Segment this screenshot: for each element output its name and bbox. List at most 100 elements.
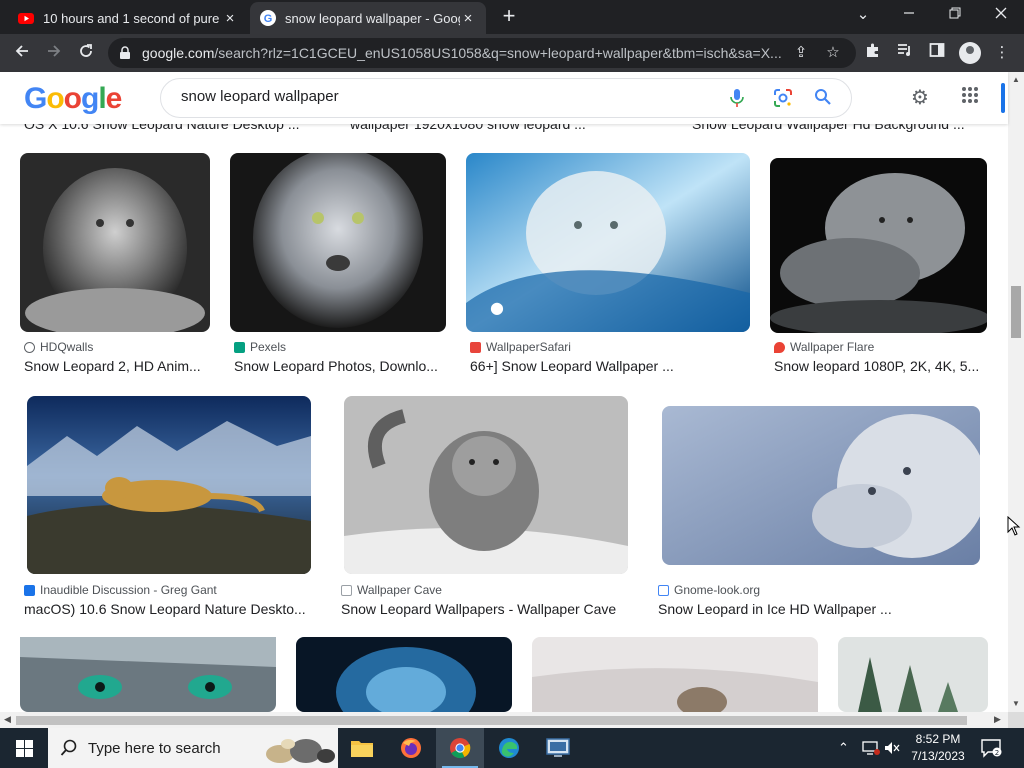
taskbar-edge[interactable] bbox=[485, 728, 533, 768]
search-input[interactable] bbox=[181, 88, 701, 105]
result-source[interactable]: Inaudible Discussion - Greg Gant bbox=[24, 583, 217, 597]
bookmark-star-icon[interactable]: ☆ bbox=[823, 43, 843, 63]
google-header: Google ⚙ bbox=[0, 72, 1008, 124]
profile-avatar[interactable] bbox=[959, 42, 981, 64]
address-bar[interactable]: google.com/search?rlz=1C1GCEU_enUS1058US… bbox=[108, 38, 856, 68]
restore-icon bbox=[949, 7, 961, 19]
image-result[interactable]: Gnome-look.org Snow Leopard in Ice HD Wa… bbox=[654, 396, 988, 626]
taskbar-search-placeholder: Type here to search bbox=[88, 739, 221, 757]
start-button[interactable] bbox=[0, 728, 48, 768]
result-caption[interactable]: Snow Leopard in Ice HD Wallpaper ... bbox=[658, 601, 892, 617]
result-source[interactable]: Wallpaper Flare bbox=[774, 340, 874, 354]
minimize-button[interactable] bbox=[886, 0, 932, 32]
taskbar-clock[interactable]: 8:52 PM 7/13/2023 bbox=[906, 731, 970, 765]
result-caption[interactable]: 66+] Snow Leopard Wallpaper ... bbox=[470, 358, 674, 374]
result-source[interactable]: HDQwalls bbox=[24, 340, 93, 354]
clock-time: 8:52 PM bbox=[915, 732, 961, 746]
new-tab-button[interactable]: + bbox=[497, 5, 521, 29]
scroll-right-arrow-icon[interactable]: ▶ bbox=[994, 714, 1001, 725]
restore-button[interactable] bbox=[932, 0, 978, 32]
result-thumbnail[interactable] bbox=[838, 637, 988, 712]
wallpapersafari-icon bbox=[470, 341, 481, 353]
result-thumbnail[interactable] bbox=[20, 153, 210, 332]
result-source[interactable]: Gnome-look.org bbox=[658, 583, 760, 597]
result-thumbnail[interactable]: ● bbox=[466, 153, 750, 332]
media-controls-icon[interactable] bbox=[894, 42, 916, 64]
scroll-down-arrow-icon[interactable]: ▼ bbox=[1012, 699, 1020, 708]
vertical-scroll-thumb[interactable] bbox=[1011, 286, 1021, 338]
result-thumbnail[interactable] bbox=[532, 637, 818, 712]
taskbar-chrome[interactable] bbox=[436, 728, 484, 768]
image-result[interactable]: Pexels Snow Leopard Photos, Downlo... bbox=[230, 153, 446, 383]
svg-text:2: 2 bbox=[995, 749, 999, 757]
forward-button[interactable] bbox=[42, 41, 66, 65]
result-thumbnail[interactable] bbox=[230, 153, 446, 332]
voice-search-icon[interactable] bbox=[727, 88, 747, 108]
back-button[interactable] bbox=[10, 41, 34, 65]
show-hidden-icons-icon[interactable]: ⌃ bbox=[838, 740, 849, 756]
svg-text:G: G bbox=[264, 13, 273, 25]
close-icon bbox=[995, 7, 1007, 19]
reload-button[interactable] bbox=[74, 41, 98, 65]
firefox-icon bbox=[401, 738, 421, 758]
chrome-menu-icon[interactable]: ⋮ bbox=[991, 42, 1013, 64]
result-thumbnail[interactable] bbox=[20, 637, 276, 712]
folder-icon bbox=[351, 741, 373, 757]
result-caption[interactable]: Snow Leopard Photos, Downlo... bbox=[234, 358, 438, 374]
google-doodle-logo[interactable]: Google bbox=[24, 82, 122, 116]
image-result[interactable]: Wallpaper Flare Snow leopard 1080P, 2K, … bbox=[770, 153, 988, 383]
back-arrow-icon bbox=[15, 45, 28, 57]
close-window-button[interactable] bbox=[978, 0, 1024, 32]
result-thumbnail[interactable] bbox=[296, 637, 512, 712]
tab-search-icon[interactable]: ⌄ bbox=[840, 0, 886, 32]
url-text[interactable]: google.com/search?rlz=1C1GCEU_enUS1058US… bbox=[142, 45, 792, 61]
network-icon[interactable] bbox=[862, 741, 880, 755]
side-panel-icon[interactable] bbox=[926, 42, 948, 64]
screen: 10 hours and 1 second of pure b × G snow… bbox=[0, 0, 1024, 768]
sign-in-button-edge[interactable] bbox=[1001, 83, 1005, 113]
tab-title: snow leopard wallpaper - Google bbox=[285, 10, 460, 26]
vertical-scrollbar[interactable]: ▲ ▼ bbox=[1008, 72, 1024, 712]
volume-muted-icon[interactable] bbox=[884, 741, 900, 755]
image-result[interactable]: HDQwalls Snow Leopard 2, HD Anim... bbox=[20, 153, 212, 383]
image-result[interactable]: Inaudible Discussion - Greg Gant macOS) … bbox=[20, 396, 312, 626]
taskbar-file-explorer[interactable] bbox=[338, 728, 386, 768]
result-source[interactable]: Wallpaper Cave bbox=[341, 583, 442, 597]
chrome-icon bbox=[450, 738, 471, 759]
result-thumbnail[interactable] bbox=[27, 396, 311, 574]
result-caption[interactable]: Snow leopard 1080P, 2K, 4K, 5... bbox=[774, 358, 979, 374]
result-thumbnail[interactable] bbox=[344, 396, 628, 574]
result-source[interactable]: WallpaperSafari bbox=[470, 340, 571, 354]
result-thumbnail[interactable] bbox=[662, 406, 980, 565]
result-source[interactable]: Pexels bbox=[234, 340, 286, 354]
tab-youtube[interactable]: 10 hours and 1 second of pure b × bbox=[8, 2, 248, 34]
side-panel-icon-glyph bbox=[929, 43, 945, 57]
scroll-left-arrow-icon[interactable]: ◀ bbox=[4, 714, 11, 725]
close-tab-icon[interactable]: × bbox=[222, 10, 238, 27]
result-caption[interactable]: macOS) 10.6 Snow Leopard Nature Deskto..… bbox=[24, 601, 306, 617]
notification-center-icon[interactable]: 2 bbox=[980, 738, 1002, 758]
tab-google-images[interactable]: G snow leopard wallpaper - Google × bbox=[250, 2, 486, 34]
taskbar-remote-desktop[interactable] bbox=[534, 728, 582, 768]
result-caption[interactable]: Snow Leopard Wallpapers - Wallpaper Cave bbox=[341, 601, 616, 617]
search-box[interactable] bbox=[160, 78, 852, 118]
scroll-up-arrow-icon[interactable]: ▲ bbox=[1012, 75, 1020, 84]
share-icon[interactable]: ⇪ bbox=[791, 43, 811, 63]
image-result[interactable]: ● WallpaperSafari 66+] Snow Leopard Wall… bbox=[466, 153, 750, 383]
horizontal-scroll-thumb[interactable] bbox=[16, 716, 967, 725]
image-result[interactable]: Wallpaper Cave Snow Leopard Wallpapers -… bbox=[337, 396, 629, 626]
search-submit-icon[interactable] bbox=[813, 88, 833, 108]
mouse-cursor-icon bbox=[1007, 516, 1021, 536]
close-tab-icon[interactable]: × bbox=[460, 10, 476, 27]
taskbar-search-box[interactable]: Type here to search bbox=[48, 728, 338, 768]
horizontal-scrollbar[interactable]: ◀ ▶ bbox=[0, 712, 1008, 728]
extensions-icon[interactable] bbox=[862, 42, 884, 64]
google-icon: G bbox=[260, 10, 276, 26]
google-lens-icon[interactable] bbox=[773, 88, 793, 108]
taskbar-firefox[interactable] bbox=[387, 728, 435, 768]
google-apps-grid-icon[interactable] bbox=[958, 86, 982, 110]
result-thumbnail[interactable] bbox=[770, 158, 987, 333]
settings-gear-icon[interactable]: ⚙ bbox=[908, 86, 932, 110]
result-caption[interactable]: Snow Leopard 2, HD Anim... bbox=[24, 358, 201, 374]
lock-icon[interactable] bbox=[118, 46, 132, 60]
